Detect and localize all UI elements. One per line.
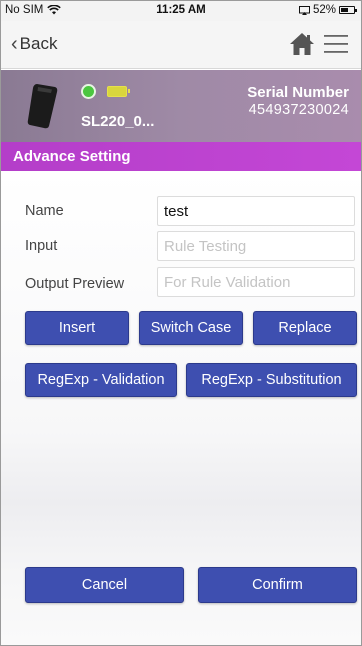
scanner-device-icon — [27, 84, 58, 129]
connection-status-icon — [81, 84, 96, 99]
input-field[interactable] — [157, 231, 355, 261]
switch-case-button[interactable]: Switch Case — [139, 311, 243, 345]
home-icon[interactable] — [289, 31, 315, 57]
insert-button[interactable]: Insert — [25, 311, 129, 345]
navigation-bar: ‹ Back — [1, 21, 361, 69]
status-right: 52% — [298, 4, 357, 16]
cancel-button[interactable]: Cancel — [25, 567, 184, 603]
device-header: SL220_0... Serial Number 454937230024 — [1, 70, 361, 142]
section-title: Advance Setting — [1, 142, 361, 171]
input-label: Input — [25, 238, 58, 254]
back-label: Back — [19, 34, 58, 53]
serial-number-label: Serial Number — [247, 84, 349, 101]
name-label: Name — [25, 203, 64, 219]
regexp-validation-button[interactable]: RegExp - Validation — [25, 363, 177, 397]
back-button[interactable]: ‹ Back — [11, 34, 57, 54]
output-preview-label: Output Preview — [25, 276, 125, 292]
name-field[interactable] — [157, 196, 355, 226]
output-preview-field[interactable] — [157, 267, 355, 297]
serial-number-value: 454937230024 — [248, 102, 349, 118]
advance-setting-form: Name Input Output Preview Insert Switch … — [1, 171, 361, 645]
device-battery-icon — [107, 86, 130, 97]
status-bar: No SIM 11:25 AM 52% — [1, 1, 361, 21]
menu-icon[interactable] — [323, 33, 349, 55]
replace-button[interactable]: Replace — [253, 311, 357, 345]
device-name: SL220_0... — [81, 113, 155, 130]
battery-icon — [339, 6, 357, 14]
regexp-substitution-button[interactable]: RegExp - Substitution — [186, 363, 357, 397]
confirm-button[interactable]: Confirm — [198, 567, 357, 603]
screen-mirroring-icon — [298, 5, 310, 15]
chevron-left-icon: ‹ — [11, 33, 18, 55]
battery-percent: 52% — [312, 4, 336, 16]
